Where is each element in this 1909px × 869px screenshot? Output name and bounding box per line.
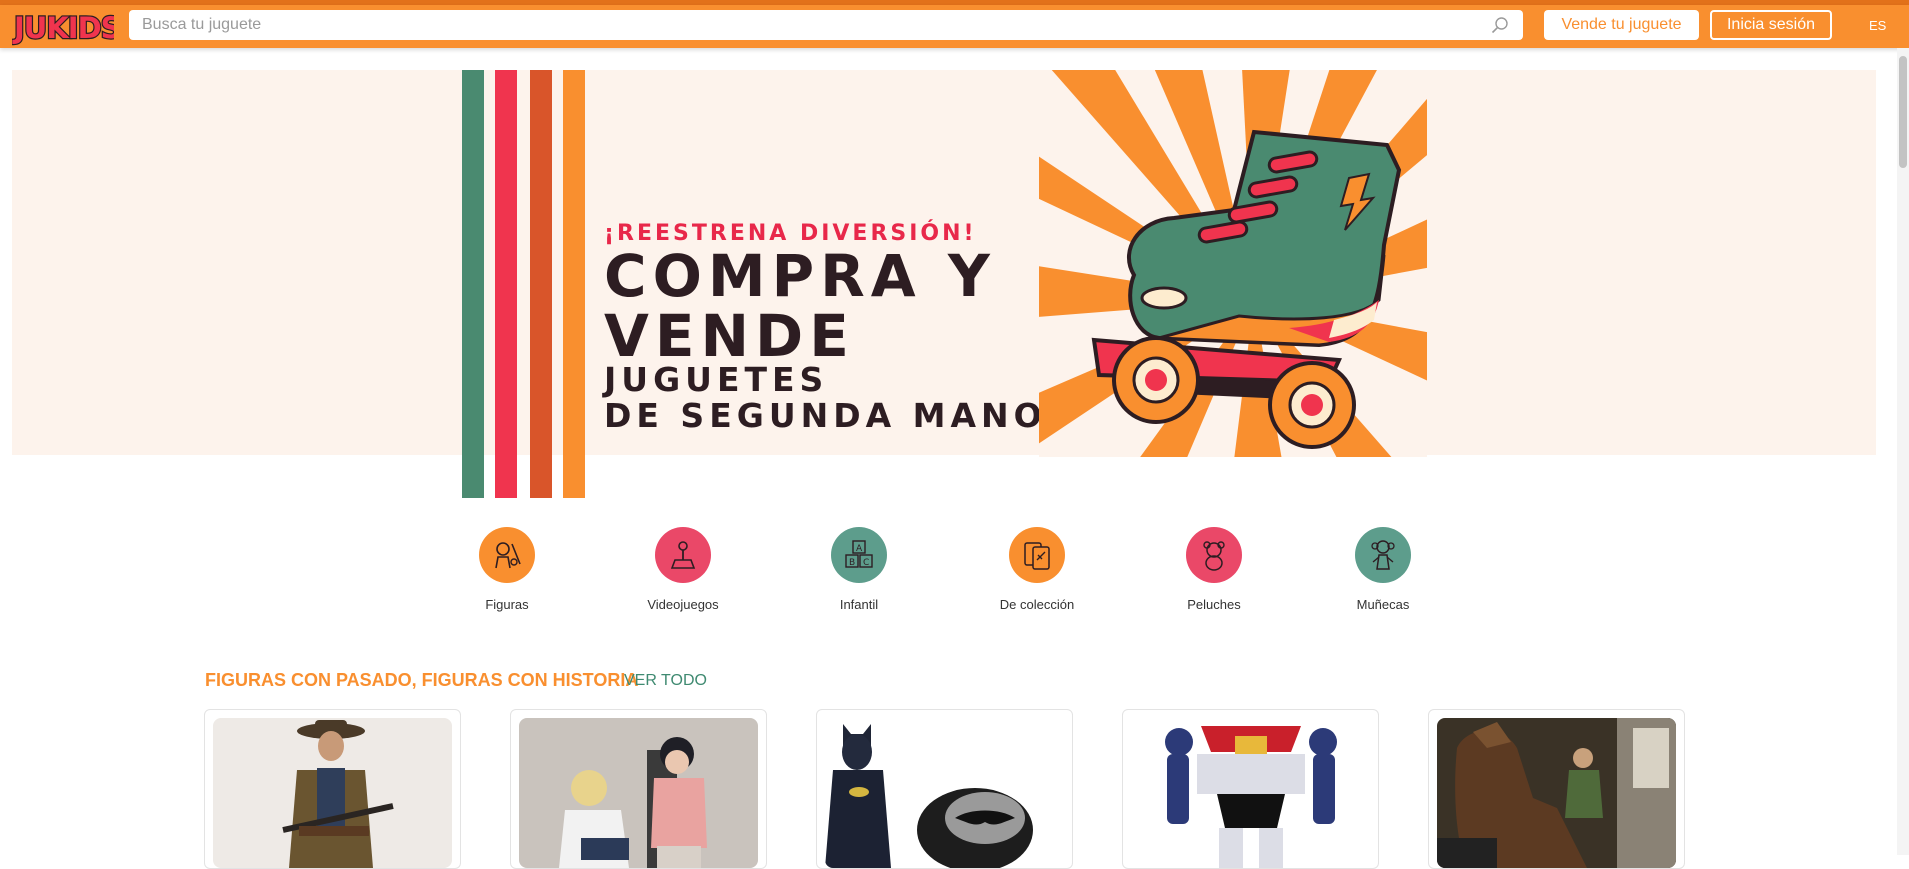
svg-text:B: B <box>849 558 855 568</box>
category-circle[interactable] <box>1355 527 1411 583</box>
svg-text:JUKIDS: JUKIDS <box>12 11 114 45</box>
hero-subline-1: JUGUETES <box>604 360 829 399</box>
category-circle[interactable]: A B C <box>831 527 887 583</box>
joystick-icon <box>670 541 696 569</box>
category-munecas[interactable]: Muñecas <box>1313 527 1453 612</box>
product-card[interactable] <box>510 709 767 869</box>
product-card[interactable] <box>816 709 1073 869</box>
category-circle[interactable] <box>655 527 711 583</box>
hero-headline: COMPRA Y VENDE <box>604 242 996 370</box>
login-button[interactable]: Inicia sesión <box>1710 10 1832 40</box>
product-card[interactable] <box>204 709 461 869</box>
hero-subline-2: DE SEGUNDA MANO <box>604 396 1047 435</box>
svg-text:A: A <box>856 544 863 554</box>
category-label[interactable]: Muñecas <box>1313 597 1453 612</box>
cowboy-figure-image <box>282 720 394 868</box>
page-scrollbar[interactable] <box>1897 48 1909 855</box>
roller-skate-icon <box>1039 70 1427 457</box>
product-image-mazinger-robot-figure[interactable] <box>1131 718 1370 868</box>
mazinger-robot-figure-image <box>1165 726 1337 868</box>
sell-toy-button[interactable]: Vende tu juguete <box>1544 10 1699 40</box>
search-input[interactable]: Busca tu juguete <box>129 10 1523 40</box>
jukids-logo[interactable]: JUKIDS <box>12 7 114 47</box>
category-label[interactable]: Peluches <box>1144 597 1284 612</box>
search-placeholder: Busca tu juguete <box>142 16 262 33</box>
hero-stripe-teal <box>462 70 484 498</box>
hero-subline: JUGUETES DE SEGUNDA MANO <box>604 362 1047 434</box>
category-coleccion[interactable]: De colección <box>967 527 1107 612</box>
category-label[interactable]: Videojuegos <box>613 597 753 612</box>
category-circle[interactable] <box>1186 527 1242 583</box>
category-label[interactable]: Figuras <box>437 597 577 612</box>
category-circle[interactable] <box>479 527 535 583</box>
collectible-cards-icon <box>1024 542 1050 570</box>
product-image-batman-figure[interactable] <box>825 718 1064 868</box>
batman-figure-image <box>825 724 1033 868</box>
hero-stripe-orange <box>563 70 585 498</box>
category-videojuegos[interactable]: Videojuegos <box>613 527 753 612</box>
product-image-anime-figures[interactable] <box>519 718 758 868</box>
category-label[interactable]: De colección <box>967 597 1107 612</box>
category-infantil[interactable]: A B C Infantil <box>789 527 929 612</box>
product-card[interactable] <box>1122 709 1379 869</box>
product-image-cowboy-figure[interactable] <box>213 718 452 868</box>
category-figuras[interactable]: Figuras <box>437 527 577 612</box>
svg-text:C: C <box>863 558 869 568</box>
category-peluches[interactable]: Peluches <box>1144 527 1284 612</box>
search-icon[interactable] <box>1491 16 1509 34</box>
roller-skate-illustration <box>1039 70 1427 457</box>
category-label[interactable]: Infantil <box>789 597 929 612</box>
site-header: JUKIDS Busca tu juguete Vende tu juguete… <box>0 5 1909 48</box>
product-card[interactable] <box>1428 709 1685 869</box>
doll-icon <box>1371 540 1395 570</box>
product-image-horse-rider-figure[interactable] <box>1437 718 1676 868</box>
hero-stripe-rust <box>530 70 552 498</box>
see-all-link[interactable]: VER TODO <box>624 672 707 690</box>
anime-figures-image <box>559 737 707 868</box>
section-title: FIGURAS CON PASADO, FIGURAS CON HISTORIA <box>205 670 639 690</box>
figures-icon <box>495 542 521 569</box>
scrollbar-thumb[interactable] <box>1899 56 1907 168</box>
language-selector[interactable]: ES <box>1869 18 1886 33</box>
teddy-bear-icon <box>1203 541 1225 571</box>
abc-blocks-icon: A B C <box>845 540 873 568</box>
hero-stripe-red <box>495 70 517 498</box>
horse-rider-figure-image <box>1437 718 1676 868</box>
category-circle[interactable] <box>1009 527 1065 583</box>
